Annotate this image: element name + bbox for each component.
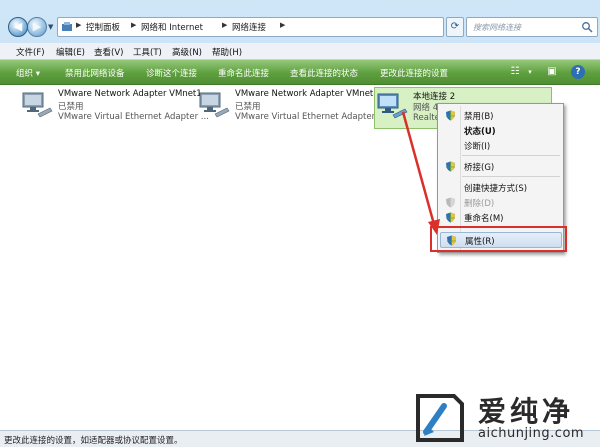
preview-pane-icon[interactable]: ▣ [545,65,559,79]
refresh-icon[interactable]: ⟳ [446,17,464,37]
menu-edit[interactable]: 编辑(E) [56,46,85,58]
menu-item-create-shortcut[interactable]: 创建快捷方式(S) [440,180,562,195]
adapter-status: 已禁用 [58,102,84,112]
diagnose-button[interactable]: 诊断这个连接 [146,67,197,79]
address-row: ◀ ▶ ▼ ▶ 控制面板 ▶ 网络和 Internet ▶ 网络连接 ▶ ⟳ 搜… [0,14,600,44]
recent-pages-dropdown[interactable]: ▼ [48,23,56,31]
list-item[interactable]: VMware Network Adapter VMnet8 已禁用 VMware… [197,87,386,129]
breadcrumb-separator-icon[interactable]: ▶ [131,21,136,29]
menu-item-diagnose[interactable]: 诊断(I) [440,138,562,153]
menu-item-bridge[interactable]: 桥接(G) [440,159,562,174]
forward-button[interactable]: ▶ [27,17,47,37]
brand-name: 爱纯净 [478,395,575,428]
menu-separator [462,176,560,177]
menu-label: 重命名(M) [464,214,504,224]
help-icon[interactable]: ? [571,65,585,79]
explorer-window: ◀ ▶ ▼ ▶ 控制面板 ▶ 网络和 Internet ▶ 网络连接 ▶ ⟳ 搜… [0,0,600,447]
search-placeholder: 搜索网络连接 [473,23,521,32]
breadcrumb-separator-icon[interactable]: ▶ [222,21,227,29]
menu-item-disable[interactable]: 禁用(B) [440,108,562,123]
breadcrumb-separator-icon: ▶ [76,21,82,29]
annotation-arrow-icon [401,111,440,235]
change-settings-button[interactable]: 更改此连接的设置 [380,67,448,79]
menu-label: 桥接(G) [464,163,495,173]
menu-label: 禁用(B) [464,112,494,122]
menu-item-status[interactable]: 状态(U) [440,123,562,138]
network-adapter-icon [199,92,230,118]
view-dropdown-icon[interactable]: ▾ [523,65,537,79]
adapter-name: VMware Network Adapter VMnet8 [235,89,379,99]
menu-advanced[interactable]: 高级(N) [172,46,202,58]
disable-device-button[interactable]: 禁用此网络设备 [65,67,125,79]
shield-icon [446,110,455,121]
shield-icon [446,161,455,172]
adapter-device: VMware Virtual Ethernet Adapter ... [235,112,386,122]
menu-label: 创建快捷方式(S) [464,184,528,194]
view-options-icon[interactable]: ☷ [508,65,522,79]
control-panel-icon [62,22,72,31]
list-item[interactable]: VMware Network Adapter VMnet1 已禁用 VMware… [20,87,209,129]
network-adapter-icon [22,92,53,118]
menu-label: 状态(U) [464,127,496,137]
menu-label: 删除(D) [464,199,495,209]
breadcrumb-network-connections[interactable]: 网络连接 [232,21,266,33]
brand-url: aichunjing.com [478,426,585,441]
back-button[interactable]: ◀ [8,17,28,37]
organize-button[interactable]: 组织 ▾ [16,67,40,79]
adapter-status: 已禁用 [235,102,261,112]
menu-bar: 文件(F) 编辑(E) 查看(V) 工具(T) 高级(N) 帮助(H) [0,43,600,60]
search-icon[interactable] [581,21,593,33]
search-input[interactable]: 搜索网络连接 [466,17,598,37]
menu-view[interactable]: 查看(V) [94,46,123,58]
adapter-device: VMware Virtual Ethernet Adapter ... [58,112,209,122]
view-status-button[interactable]: 查看此连接的状态 [290,67,358,79]
breadcrumb-network-internet[interactable]: 网络和 Internet [141,21,203,33]
watermark: 爱纯净 aichunjing.com [412,390,600,447]
adapter-name: VMware Network Adapter VMnet1 [58,89,202,99]
status-text: 更改此连接的设置，如适配器或协议配置设置。 [4,436,183,446]
menu-tools[interactable]: 工具(T) [133,46,162,58]
menu-item-rename[interactable]: 重命名(M) [440,210,562,225]
breadcrumb-separator-icon[interactable]: ▶ [280,21,285,29]
command-bar: 组织 ▾ 禁用此网络设备 诊断这个连接 重命名此连接 查看此连接的状态 更改此连… [0,60,600,85]
breadcrumb-control-panel[interactable]: 控制面板 [86,21,120,33]
address-bar[interactable]: ▶ 控制面板 ▶ 网络和 Internet ▶ 网络连接 ▶ [57,17,444,37]
rename-button[interactable]: 重命名此连接 [218,67,269,79]
menu-help[interactable]: 帮助(H) [212,46,242,58]
shield-icon [446,212,455,223]
highlight-box [430,226,567,252]
brand-logo-icon [416,394,464,442]
menu-item-delete: 删除(D) [440,195,562,210]
shield-icon [446,197,455,208]
menu-file[interactable]: 文件(F) [16,46,45,58]
menu-label: 诊断(I) [464,142,491,152]
menu-separator [462,155,560,156]
